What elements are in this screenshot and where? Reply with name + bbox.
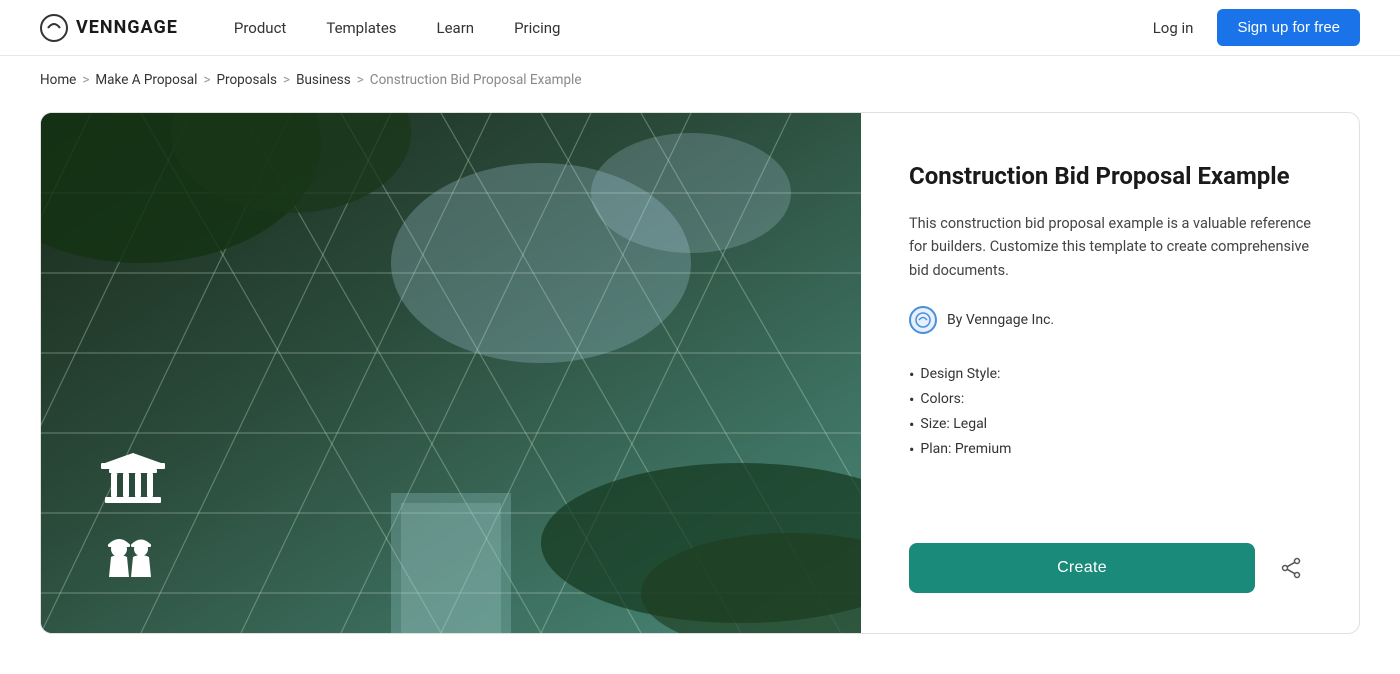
signup-button[interactable]: Sign up for free <box>1217 9 1360 46</box>
breadcrumb-sep-2: > <box>203 72 210 88</box>
nav-templates[interactable]: Templates <box>310 11 412 45</box>
breadcrumb-home[interactable]: Home <box>40 72 76 88</box>
breadcrumb-business[interactable]: Business <box>296 72 351 88</box>
share-button[interactable] <box>1271 548 1311 588</box>
template-icons-overlay <box>101 453 165 593</box>
breadcrumb-sep-4: > <box>357 72 364 88</box>
author-avatar <box>909 306 937 334</box>
template-meta-list: Design Style: Colors: Size: Legal Plan: … <box>909 362 1311 462</box>
author-row: By Venngage Inc. <box>909 306 1311 334</box>
template-description: This construction bid proposal example i… <box>909 212 1311 282</box>
header-actions: Log in Sign up for free <box>1141 9 1360 46</box>
breadcrumb-proposals[interactable]: Proposals <box>217 72 278 88</box>
worker-icon <box>101 527 165 593</box>
author-name: By Venngage Inc. <box>947 312 1054 328</box>
meta-plan: Plan: Premium <box>909 437 1311 462</box>
breadcrumb-sep-1: > <box>82 72 89 88</box>
main-nav: Product Templates Learn Pricing <box>218 11 1141 45</box>
breadcrumb: Home > Make A Proposal > Proposals > Bus… <box>0 56 1400 104</box>
nav-product[interactable]: Product <box>218 11 302 45</box>
breadcrumb-sep-3: > <box>283 72 290 88</box>
logo-text: VENNGAGE <box>76 17 178 38</box>
template-info-panel: Construction Bid Proposal Example This c… <box>861 113 1359 633</box>
nav-learn[interactable]: Learn <box>421 11 491 45</box>
template-image-panel <box>41 113 861 633</box>
breadcrumb-make-proposal[interactable]: Make A Proposal <box>95 72 197 88</box>
main-content: Construction Bid Proposal Example This c… <box>0 104 1400 674</box>
action-row: Create <box>909 543 1311 593</box>
meta-design-style: Design Style: <box>909 362 1311 387</box>
venngage-logo-icon <box>40 14 68 42</box>
logo[interactable]: VENNGAGE <box>40 14 178 42</box>
meta-colors: Colors: <box>909 387 1311 412</box>
building-icon <box>101 453 165 519</box>
nav-pricing[interactable]: Pricing <box>498 11 576 45</box>
template-card: Construction Bid Proposal Example This c… <box>40 112 1360 634</box>
meta-size: Size: Legal <box>909 412 1311 437</box>
template-title: Construction Bid Proposal Example <box>909 161 1311 192</box>
header: VENNGAGE Product Templates Learn Pricing… <box>0 0 1400 56</box>
template-preview-image <box>41 113 861 633</box>
venngage-avatar-icon <box>915 312 931 328</box>
share-icon <box>1280 557 1302 579</box>
login-button[interactable]: Log in <box>1141 11 1206 45</box>
breadcrumb-current: Construction Bid Proposal Example <box>370 72 582 88</box>
create-button[interactable]: Create <box>909 543 1255 593</box>
